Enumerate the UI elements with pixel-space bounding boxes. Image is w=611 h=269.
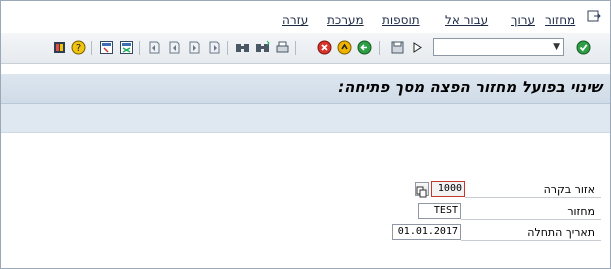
menu-help-label: עזרה	[282, 13, 309, 27]
menu-system[interactable]: מערכת	[327, 13, 364, 27]
shortcut-icon[interactable]	[119, 40, 134, 55]
chevron-down-icon[interactable]: ▼	[553, 42, 560, 52]
toolbar-separator	[139, 41, 140, 55]
possible-entries-button[interactable]	[415, 182, 429, 198]
label-start-date: תאריך התחלה	[527, 226, 595, 239]
enter-checkmark-icon[interactable]	[576, 40, 591, 55]
page-title: שינוי בפועל מחזור הפצה מסך פתיחה:	[338, 78, 602, 96]
menu-cycle-label: מחזור	[545, 13, 576, 27]
sap-window: מחזור ערוך עבור אל תוספות מערכת עזרה ? ▼…	[0, 0, 611, 269]
last-page-icon[interactable]	[207, 40, 222, 55]
menu-extras[interactable]: תוספות	[382, 13, 420, 27]
exit-menu-icon[interactable]	[587, 10, 601, 22]
standard-toolbar: ? ▼	[1, 33, 610, 64]
title-bar: שינוי בפועל מחזור הפצה מסך פתיחה:	[1, 74, 610, 104]
print-icon[interactable]	[275, 40, 290, 55]
label-underline	[461, 240, 601, 241]
create-session-icon[interactable]	[99, 40, 114, 55]
layout-menu-icon[interactable]	[52, 40, 67, 55]
help-icon[interactable]: ?	[71, 40, 86, 55]
label-control-area: אזור בקרה	[543, 183, 595, 196]
save-icon[interactable]	[390, 40, 405, 55]
menu-edit[interactable]: ערוך	[511, 13, 535, 27]
find-icon[interactable]	[235, 40, 250, 55]
menu-help[interactable]: עזרה	[282, 13, 308, 27]
toolbar-separator	[295, 41, 296, 55]
command-field[interactable]: ▼	[433, 38, 564, 56]
next-page-icon[interactable]	[187, 40, 202, 55]
toolbar-separator	[91, 41, 92, 55]
toolbar-separator	[379, 41, 380, 55]
cycle-field[interactable]: TEST	[418, 203, 461, 219]
svg-text:?: ?	[76, 43, 81, 54]
application-toolbar	[1, 104, 610, 133]
first-page-icon[interactable]	[147, 40, 162, 55]
label-underline	[465, 197, 601, 198]
menu-system-label: מערכת	[327, 13, 364, 27]
label-underline	[461, 219, 601, 220]
cancel-icon[interactable]	[317, 40, 332, 55]
menu-goto-label: עבור אל	[445, 13, 489, 27]
menu-bar: מחזור ערוך עבור אל תוספות מערכת עזרה	[1, 1, 610, 31]
find-next-icon[interactable]	[255, 40, 270, 55]
exit-icon[interactable]	[337, 40, 352, 55]
menu-extras-label: תוספות	[382, 13, 420, 27]
label-cycle: מחזור	[567, 205, 595, 218]
menu-goto[interactable]: עבור אל	[445, 13, 488, 27]
play-triangle-icon[interactable]	[410, 40, 425, 55]
control-area-field[interactable]: 1000	[431, 181, 465, 197]
copy-icon	[416, 186, 427, 198]
back-icon[interactable]	[357, 40, 372, 55]
toolbar-separator	[227, 41, 228, 55]
previous-page-icon[interactable]	[167, 40, 182, 55]
start-date-field[interactable]: 01.01.2017	[392, 224, 461, 240]
menu-edit-label: ערוך	[511, 13, 535, 27]
menu-cycle[interactable]: מחזור	[545, 13, 575, 27]
